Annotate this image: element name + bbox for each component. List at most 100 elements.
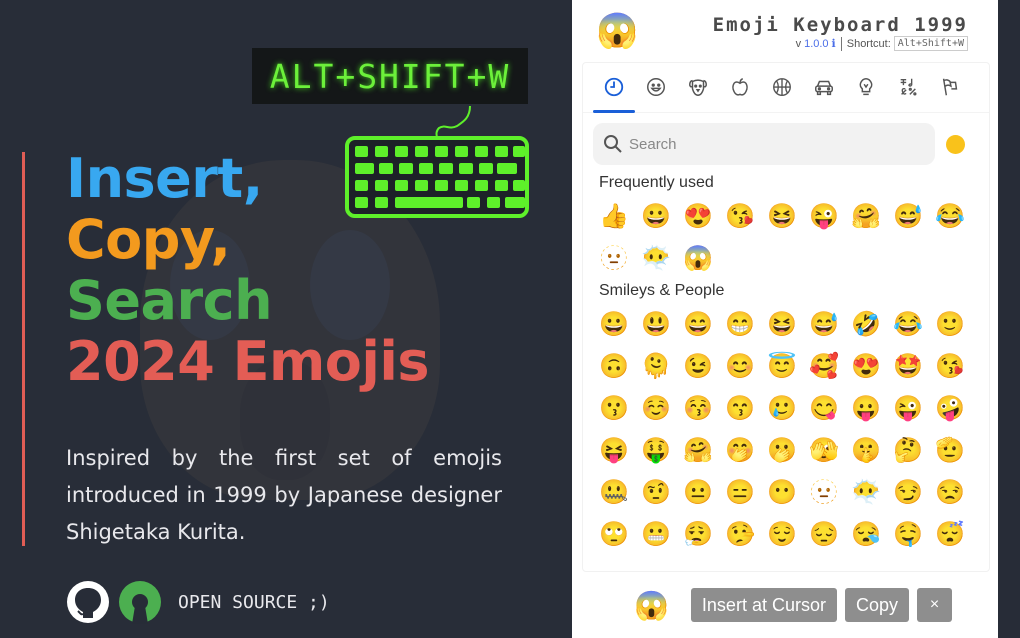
emoji-button[interactable]: 😃 [635,303,677,345]
accent-bar [22,152,25,546]
insert-at-cursor-button[interactable]: Insert at Cursor [690,588,837,622]
search-box[interactable] [593,123,935,165]
emoji-button[interactable]: 😐 [677,471,719,513]
emoji-button[interactable]: 🤔 [887,429,929,471]
tab-food[interactable] [719,63,761,111]
tab-recent[interactable] [593,63,635,111]
emoji-button[interactable]: 🤣 [845,303,887,345]
tab-symbols[interactable] [887,63,929,111]
emoji-button[interactable]: 😪 [845,513,887,555]
emoji-button[interactable]: 🫢 [761,429,803,471]
emoji-button[interactable]: 😶‍🌫️ [845,471,887,513]
emoji-list[interactable]: Frequently used 👍 😀 😍 😘 😆 😜 🤗 😅 😂 🫥 😶‍🌫️ 😱 Smileys & … [583,171,989,555]
emoji-button[interactable]: 😌 [761,513,803,555]
emoji-button[interactable]: 😂 [887,303,929,345]
emoji-button[interactable]: 🤤 [887,513,929,555]
emoji-button[interactable]: 🥰 [803,345,845,387]
emoji-button[interactable]: ☺️ [635,387,677,429]
emoji-button[interactable]: 😘 [929,345,971,387]
emoji-button[interactable]: 🤭 [719,429,761,471]
emoji-button[interactable]: 😙 [719,387,761,429]
apple-icon [732,78,748,96]
emoji-button[interactable]: 😋 [803,387,845,429]
emoji-button[interactable]: 😔 [803,513,845,555]
emoji-button[interactable]: 😜 [803,195,845,237]
emoji-button[interactable]: 😑 [719,471,761,513]
emoji-button[interactable]: 🤐 [593,471,635,513]
emoji-button[interactable]: 😗 [593,387,635,429]
emoji-button[interactable]: 😬 [635,513,677,555]
info-icon[interactable]: ℹ [832,37,836,50]
emoji-button[interactable]: 😒 [929,471,971,513]
tab-flags[interactable] [929,63,971,111]
tab-animals[interactable] [677,63,719,111]
lightbulb-icon [859,78,873,96]
emoji-button[interactable]: 😂 [929,195,971,237]
emoji-button[interactable]: 👍 [593,195,635,237]
category-nav [583,63,989,113]
emoji-button[interactable]: 😘 [719,195,761,237]
emoji-button[interactable]: 😆 [761,303,803,345]
emoji-button[interactable]: 😇 [761,345,803,387]
version-number[interactable]: 1.0.0 [804,38,828,50]
keyboard-key [435,146,448,157]
tab-objects[interactable] [845,63,887,111]
open-source-label: OPEN SOURCE ;) [178,591,330,613]
emoji-button[interactable]: 😀 [593,303,635,345]
skin-tone-selector[interactable] [946,135,965,154]
tab-smileys[interactable] [635,63,677,111]
emoji-button[interactable]: 🫡 [929,429,971,471]
emoji-button[interactable]: 😄 [677,303,719,345]
emoji-button[interactable]: 😛 [845,387,887,429]
close-button[interactable]: × [917,588,952,622]
emoji-button[interactable]: 🫥 [803,471,845,513]
tab-travel[interactable] [803,63,845,111]
emoji-button[interactable]: 🤗 [677,429,719,471]
emoji-button[interactable]: 😶 [761,471,803,513]
emoji-button[interactable]: 😅 [887,195,929,237]
emoji-button[interactable]: 🙃 [593,345,635,387]
emoji-button[interactable]: 😅 [803,303,845,345]
emoji-button[interactable]: 😴 [929,513,971,555]
emoji-button[interactable]: 🥲 [761,387,803,429]
emoji-button[interactable]: 😮‍💨 [677,513,719,555]
emoji-button[interactable]: 😍 [845,345,887,387]
emoji-button[interactable]: 😚 [677,387,719,429]
emoji-button[interactable]: 🫣 [803,429,845,471]
emoji-button[interactable]: 😝 [593,429,635,471]
emoji-button[interactable]: 🫥 [593,237,635,279]
headline-copy: Copy, [66,208,231,271]
search-input[interactable] [629,135,909,153]
emoji-button[interactable]: 😏 [887,471,929,513]
emoji-button[interactable]: 🤩 [887,345,929,387]
keyboard-key [455,146,468,157]
emoji-button[interactable]: 🤗 [845,195,887,237]
emoji-button[interactable]: 😉 [677,345,719,387]
emoji-button[interactable]: 😍 [677,195,719,237]
selected-emoji-preview: 😱 [634,589,669,621]
emoji-button[interactable]: 😊 [719,345,761,387]
emoji-button[interactable]: 😆 [761,195,803,237]
emoji-button[interactable]: 😱 [677,237,719,279]
emoji-button[interactable]: 🤨 [635,471,677,513]
open-source-row: OPEN SOURCE ;) [66,580,330,624]
emoji-button[interactable]: 😁 [719,303,761,345]
keyboard-key [475,180,488,191]
open-source-icon[interactable] [118,580,162,624]
emoji-button[interactable]: 🫠 [635,345,677,387]
section-label: Frequently used [599,174,714,191]
app-title: Emoji Keyboard 1999 [712,14,968,36]
emoji-button[interactable]: 🙂 [929,303,971,345]
emoji-button[interactable]: 🤪 [929,387,971,429]
emoji-button[interactable]: 🤥 [719,513,761,555]
emoji-button[interactable]: 😜 [887,387,929,429]
emoji-button[interactable]: 🤫 [845,429,887,471]
emoji-button[interactable]: 🤑 [635,429,677,471]
github-icon[interactable] [66,580,110,624]
tab-activity[interactable] [761,63,803,111]
emoji-button[interactable]: 😶‍🌫️ [635,237,677,279]
emoji-button[interactable]: 🙄 [593,513,635,555]
headline: Insert, Copy, Search 2024 Emojis [66,148,430,392]
copy-button[interactable]: Copy [844,588,909,622]
emoji-button[interactable]: 😀 [635,195,677,237]
